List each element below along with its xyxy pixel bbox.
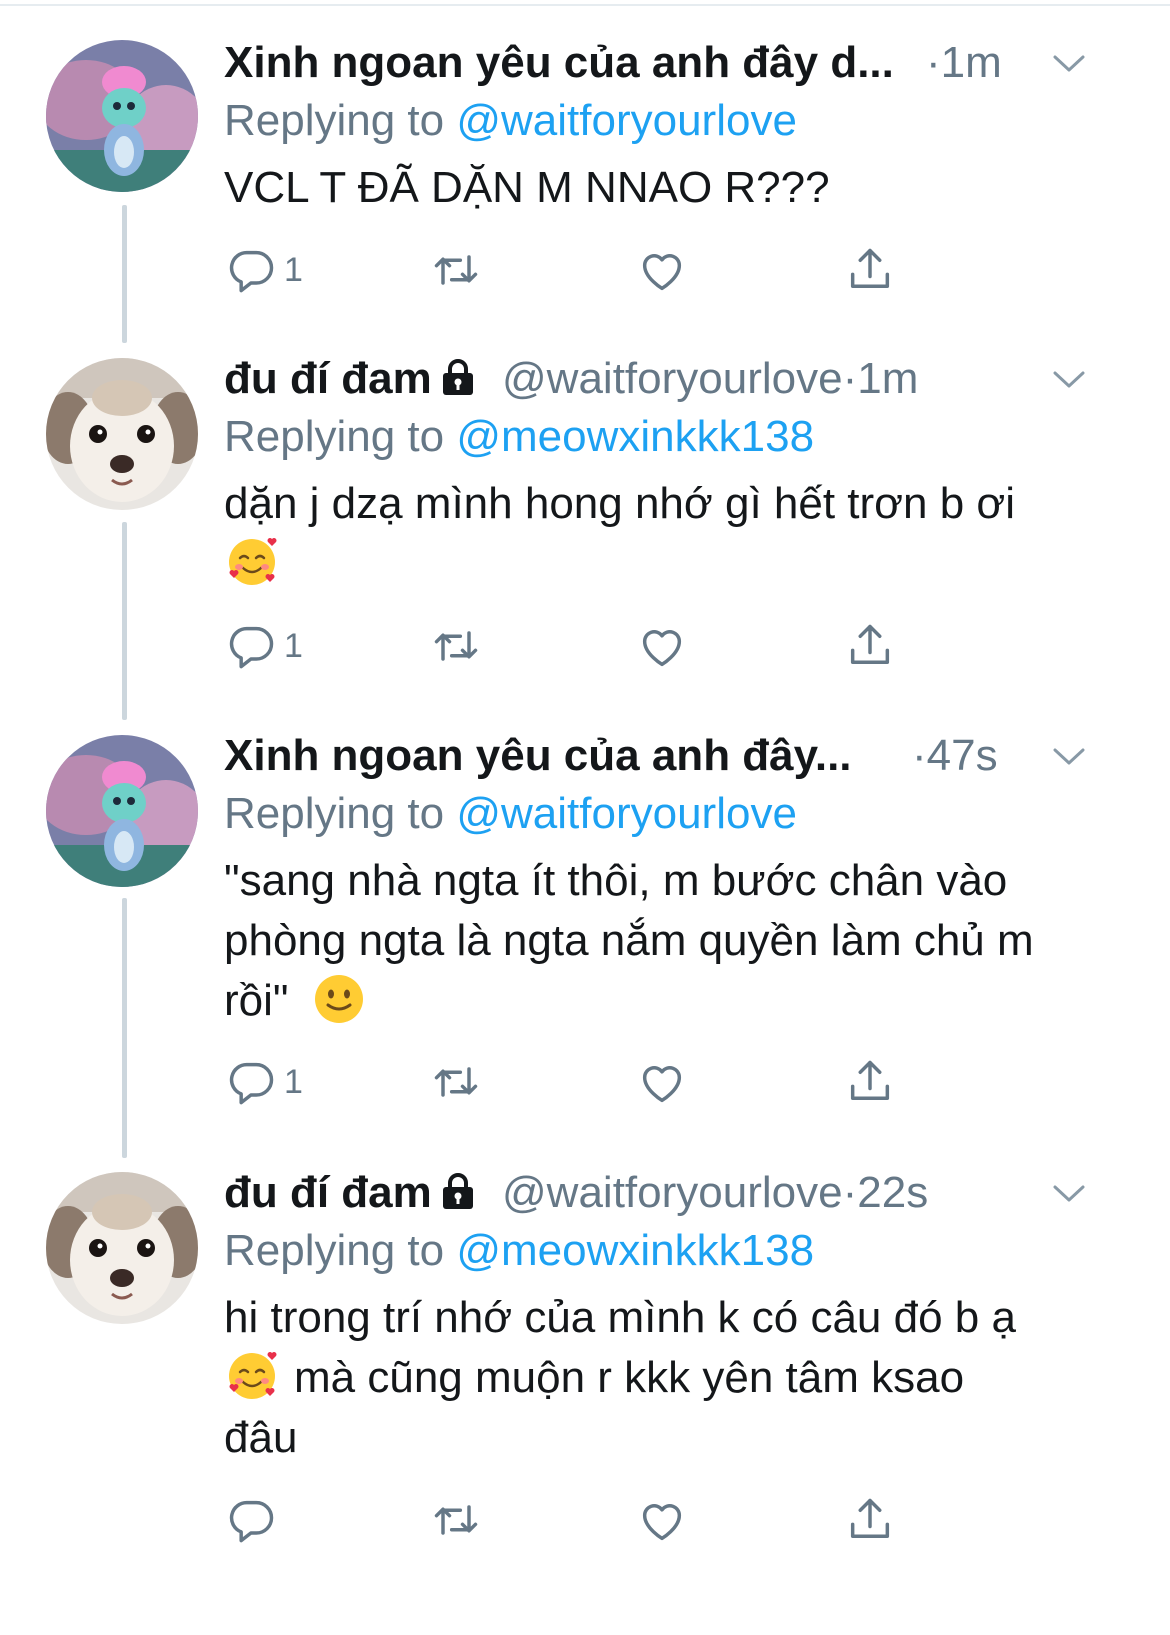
mention-link[interactable]: @waitforyourlove	[456, 789, 797, 838]
replying-to: Replying to @meowxinkkk138	[224, 1222, 1130, 1280]
share-icon	[850, 1060, 890, 1100]
thread-line	[122, 522, 127, 720]
retweet-icon	[434, 1505, 478, 1535]
share-button[interactable]	[844, 242, 896, 298]
tweet-text: hi trong trí nhớ của mình k có câu đó b …	[224, 1288, 1104, 1468]
reply-icon	[229, 1500, 274, 1543]
replying-to: Replying to @waitforyourlove	[224, 785, 1130, 843]
tweet-text: "sang nhà ngta ít thôi, m bước chân vào …	[224, 851, 1104, 1031]
replying-to: Replying to @waitforyourlove	[224, 92, 1130, 150]
timestamp[interactable]: ·1m	[926, 34, 1002, 92]
replying-prefix: Replying to	[224, 412, 457, 461]
user-handle[interactable]: @waitforyourlove	[502, 1168, 843, 1217]
replying-prefix: Replying to	[224, 789, 457, 838]
retweet-icon	[434, 255, 478, 285]
share-icon	[850, 624, 890, 664]
reply-button[interactable]	[226, 1492, 284, 1548]
avatar[interactable]	[46, 40, 198, 192]
timestamp[interactable]: ·47s	[912, 727, 998, 785]
tweet-text-line: "sang nhà ngta ít thôi, m bước chân vào	[224, 856, 1008, 905]
like-icon	[642, 1504, 682, 1541]
display-name[interactable]: đu đí đam	[224, 1168, 432, 1217]
reply-button[interactable]: 1	[226, 618, 303, 674]
like-icon	[642, 630, 682, 667]
user-handle[interactable]: @waitforyourlove	[502, 354, 843, 403]
reply-icon	[229, 250, 274, 293]
chevron-down-icon[interactable]	[1052, 46, 1086, 80]
chevron-down-icon[interactable]	[1052, 1176, 1086, 1210]
pink-hair-cartoon-avatar	[46, 735, 198, 887]
avatar[interactable]	[46, 1172, 198, 1324]
lock-icon	[442, 1173, 473, 1209]
smiling-face-with-hearts-emoji	[229, 1352, 277, 1399]
chihuahua-avatar	[46, 358, 198, 510]
share-button[interactable]	[844, 618, 896, 674]
like-button[interactable]	[636, 1054, 688, 1110]
share-button[interactable]	[844, 1054, 896, 1110]
like-button[interactable]	[636, 242, 688, 298]
like-button[interactable]	[636, 1492, 688, 1548]
mention-link[interactable]: @meowxinkkk138	[456, 1226, 814, 1275]
share-icon	[850, 248, 890, 288]
avatar[interactable]	[46, 735, 198, 887]
reply-button[interactable]: 1	[226, 1054, 303, 1110]
lock-icon	[442, 359, 473, 395]
retweet-button[interactable]	[430, 1492, 482, 1548]
reply-count: 1	[284, 250, 303, 289]
reply-icon	[229, 626, 274, 669]
top-divider	[0, 4, 1170, 6]
retweet-button[interactable]	[430, 1054, 482, 1110]
display-name[interactable]: Xinh ngoan yêu của anh đây...	[224, 731, 852, 780]
pink-hair-cartoon-avatar	[46, 40, 198, 192]
retweet-icon	[434, 631, 478, 661]
slightly-smiling-face-emoji	[314, 975, 363, 1023]
avatar[interactable]	[46, 358, 198, 510]
tweet-text: dặn j dzạ mình hong nhớ gì hết trơn b ơi	[224, 474, 1104, 594]
share-button[interactable]	[844, 1492, 896, 1548]
chevron-down-icon[interactable]	[1052, 739, 1086, 773]
chihuahua-avatar	[46, 1172, 198, 1324]
retweet-button[interactable]	[430, 618, 482, 674]
display-name[interactable]: đu đí đam	[224, 354, 432, 403]
tweet-text-line: VCL T ĐÃ DẶN M NNAO R???	[224, 163, 830, 212]
like-icon	[642, 254, 682, 291]
timestamp[interactable]: ·1m	[843, 354, 919, 403]
mention-link[interactable]: @meowxinkkk138	[456, 412, 814, 461]
tweet-text-line: hi trong trí nhớ của mình k có câu đó b …	[224, 1293, 1016, 1342]
smiling-face-with-hearts-emoji	[229, 538, 277, 585]
reply-count: 1	[284, 1062, 303, 1101]
chevron-down-icon[interactable]	[1052, 362, 1086, 396]
tweet-text-line: phòng ngta là ngta nắm quyền làm chủ m	[224, 916, 1034, 965]
replying-to: Replying to @meowxinkkk138	[224, 408, 1130, 466]
display-name[interactable]: Xinh ngoan yêu của anh đây d...	[224, 38, 894, 87]
reply-icon	[229, 1062, 274, 1105]
like-button[interactable]	[636, 618, 688, 674]
retweet-button[interactable]	[430, 242, 482, 298]
thread-line	[122, 205, 127, 343]
like-icon	[642, 1066, 682, 1103]
replying-prefix: Replying to	[224, 96, 457, 145]
tweet-text-line: dặn j dzạ mình hong nhớ gì hết trơn b ơi	[224, 479, 1016, 528]
share-icon	[850, 1498, 890, 1538]
timestamp[interactable]: ·22s	[843, 1168, 929, 1217]
thread-line	[122, 898, 127, 1158]
replying-prefix: Replying to	[224, 1226, 457, 1275]
reply-count: 1	[284, 626, 303, 665]
tweet-text-line: đâu	[224, 1413, 298, 1462]
retweet-icon	[434, 1067, 478, 1097]
mention-link[interactable]: @waitforyourlove	[456, 96, 797, 145]
tweet-text-line: mà cũng muộn r kkk yên tâm ksao	[294, 1353, 965, 1402]
tweet-text: VCL T ĐÃ DẶN M NNAO R???	[224, 158, 1104, 218]
tweet-text-line: rồi"	[224, 976, 289, 1025]
reply-button[interactable]: 1	[226, 242, 303, 298]
